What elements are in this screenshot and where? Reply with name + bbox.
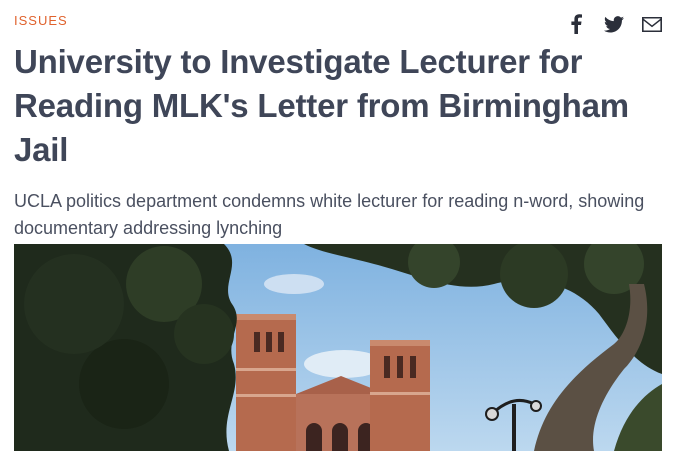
email-share-button[interactable] [642,14,662,34]
article-subheadline: UCLA politics department condemns white … [14,191,645,238]
facebook-icon [571,14,582,34]
twitter-share-button[interactable] [604,14,624,34]
email-icon [642,16,662,32]
campus-photo [14,244,662,451]
article-headline: University to Investigate Lecturer for R… [14,43,629,168]
category-link[interactable]: ISSUES [14,13,68,29]
article-header: ISSUES University to Investigate Lecture… [14,12,662,242]
facebook-share-button[interactable] [566,14,586,34]
twitter-icon [604,15,624,32]
hero-image [14,244,662,451]
share-bar [566,14,662,34]
